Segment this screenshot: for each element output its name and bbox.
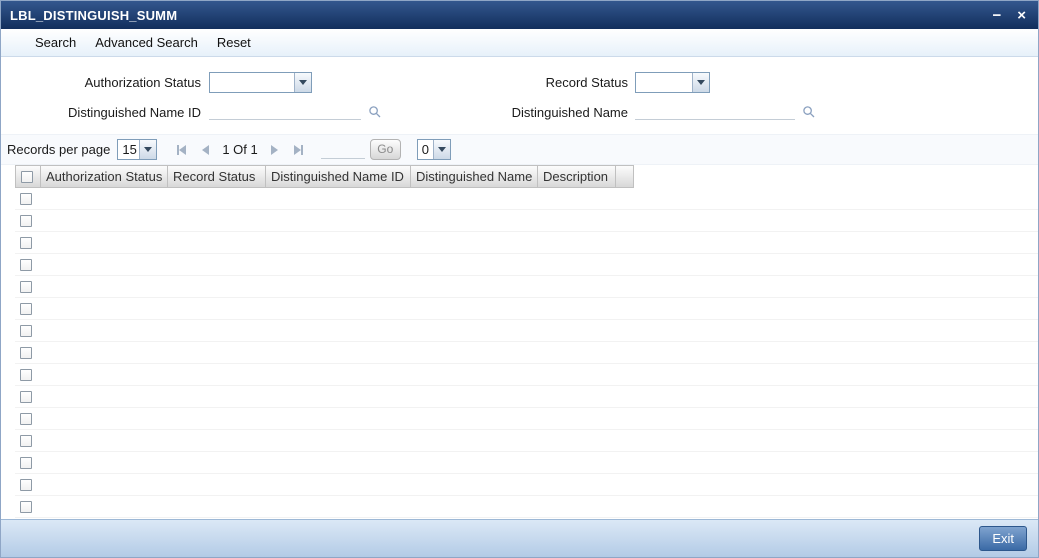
menubar: Search Advanced Search Reset xyxy=(1,29,1038,57)
row-checkbox-cell xyxy=(15,412,41,425)
row-checkbox-cell xyxy=(15,302,41,315)
record-status-label: Record Status xyxy=(545,75,628,90)
chevron-down-icon[interactable] xyxy=(692,73,709,92)
select-all-checkbox[interactable] xyxy=(21,170,33,183)
table-row[interactable] xyxy=(15,496,1038,518)
table-row[interactable] xyxy=(15,298,1038,320)
row-checkbox-cell xyxy=(15,500,41,513)
lock-columns-select[interactable]: 0 xyxy=(416,139,451,160)
row-checkbox[interactable] xyxy=(20,236,32,249)
row-checkbox-cell xyxy=(15,280,41,293)
row-checkbox-cell xyxy=(15,192,41,205)
table-row[interactable] xyxy=(15,210,1038,232)
table-row[interactable] xyxy=(15,276,1038,298)
column-header-distinguished-name-id[interactable]: Distinguished Name ID xyxy=(266,165,411,188)
table-row[interactable] xyxy=(15,188,1038,210)
distinguished-name-id-label: Distinguished Name ID xyxy=(68,105,201,120)
row-checkbox[interactable] xyxy=(20,434,32,447)
pagination-bar: Records per page 15 1 Of 1 Go 0 xyxy=(1,135,1038,165)
row-checkbox[interactable] xyxy=(20,390,32,403)
column-header-description[interactable]: Description xyxy=(538,165,616,188)
table-row[interactable] xyxy=(15,342,1038,364)
page-indicator: 1 Of 1 xyxy=(222,142,258,157)
row-checkbox-cell xyxy=(15,258,41,271)
filter-row-1: Authorization Status Record Status xyxy=(1,69,1038,99)
footer-bar: Exit xyxy=(1,519,1038,557)
table-row[interactable] xyxy=(15,430,1038,452)
column-header-distinguished-name[interactable]: Distinguished Name xyxy=(411,165,538,188)
summary-window: LBL_DISTINGUISH_SUMM − × Search Advanced… xyxy=(0,0,1039,558)
row-checkbox-cell xyxy=(15,214,41,227)
table-row[interactable] xyxy=(15,364,1038,386)
record-status-value xyxy=(636,73,692,92)
grid-body xyxy=(15,188,1038,518)
records-per-page-label: Records per page xyxy=(7,142,111,157)
results-grid: Authorization Status Record Status Disting… xyxy=(15,165,1038,518)
row-checkbox[interactable] xyxy=(20,368,32,381)
filter-row-2: Distinguished Name ID Distinguished Name xyxy=(1,99,1038,129)
authorization-status-value xyxy=(210,73,294,92)
exit-button[interactable]: Exit xyxy=(979,526,1027,551)
row-checkbox[interactable] xyxy=(20,456,32,469)
row-checkbox[interactable] xyxy=(20,412,32,425)
row-checkbox[interactable] xyxy=(20,258,32,271)
first-page-icon[interactable] xyxy=(177,144,187,155)
row-checkbox[interactable] xyxy=(20,192,32,205)
row-checkbox[interactable] xyxy=(20,478,32,491)
row-checkbox[interactable] xyxy=(20,214,32,227)
authorization-status-select[interactable] xyxy=(209,72,312,93)
menu-item-reset[interactable]: Reset xyxy=(217,35,251,50)
filter-area: Authorization Status Record Status Disti… xyxy=(1,57,1038,135)
previous-page-icon[interactable] xyxy=(202,144,210,155)
menu-item-search[interactable]: Search xyxy=(35,35,76,50)
row-checkbox[interactable] xyxy=(20,346,32,359)
row-checkbox-cell xyxy=(15,434,41,447)
row-checkbox-cell xyxy=(15,390,41,403)
row-checkbox-cell xyxy=(15,346,41,359)
row-checkbox-cell xyxy=(15,456,41,469)
row-checkbox-cell xyxy=(15,324,41,337)
window-controls: − × xyxy=(992,8,1026,23)
table-row[interactable] xyxy=(15,254,1038,276)
table-row[interactable] xyxy=(15,474,1038,496)
chevron-down-icon[interactable] xyxy=(294,73,311,92)
row-checkbox[interactable] xyxy=(20,302,32,315)
page-number-input[interactable] xyxy=(320,140,365,159)
next-page-icon[interactable] xyxy=(270,144,278,155)
records-per-page-select[interactable]: 15 xyxy=(117,139,158,160)
menu-item-advanced-search[interactable]: Advanced Search xyxy=(95,35,198,50)
grid-header-row: Authorization Status Record Status Disting… xyxy=(15,165,1038,188)
select-all-cell xyxy=(15,165,41,188)
table-row[interactable] xyxy=(15,320,1038,342)
row-checkbox-cell xyxy=(15,368,41,381)
distinguished-name-search-icon[interactable] xyxy=(802,105,815,118)
row-checkbox[interactable] xyxy=(20,324,32,337)
titlebar: LBL_DISTINGUISH_SUMM − × xyxy=(1,1,1038,29)
go-button[interactable]: Go xyxy=(369,139,401,160)
table-row[interactable] xyxy=(15,452,1038,474)
authorization-status-label: Authorization Status xyxy=(84,75,201,90)
chevron-down-icon[interactable] xyxy=(432,140,450,159)
distinguished-name-label: Distinguished Name xyxy=(511,105,628,120)
row-checkbox[interactable] xyxy=(20,500,32,513)
table-row[interactable] xyxy=(15,232,1038,254)
window-title: LBL_DISTINGUISH_SUMM xyxy=(10,7,178,23)
column-header-authorization-status[interactable]: Authorization Status xyxy=(41,165,168,188)
row-checkbox-cell xyxy=(15,478,41,491)
minimize-icon[interactable]: − xyxy=(992,8,1001,23)
row-checkbox[interactable] xyxy=(20,280,32,293)
records-per-page-value: 15 xyxy=(122,142,137,157)
column-header-record-status[interactable]: Record Status xyxy=(168,165,266,188)
distinguished-name-input[interactable] xyxy=(635,102,795,120)
close-icon[interactable]: × xyxy=(1017,8,1026,23)
row-checkbox-cell xyxy=(15,236,41,249)
record-status-select[interactable] xyxy=(635,72,710,93)
chevron-down-icon[interactable] xyxy=(139,140,157,159)
column-header-filler xyxy=(616,165,634,188)
table-row[interactable] xyxy=(15,408,1038,430)
table-row[interactable] xyxy=(15,386,1038,408)
last-page-icon[interactable] xyxy=(293,144,303,155)
lock-columns-value: 0 xyxy=(421,142,429,157)
